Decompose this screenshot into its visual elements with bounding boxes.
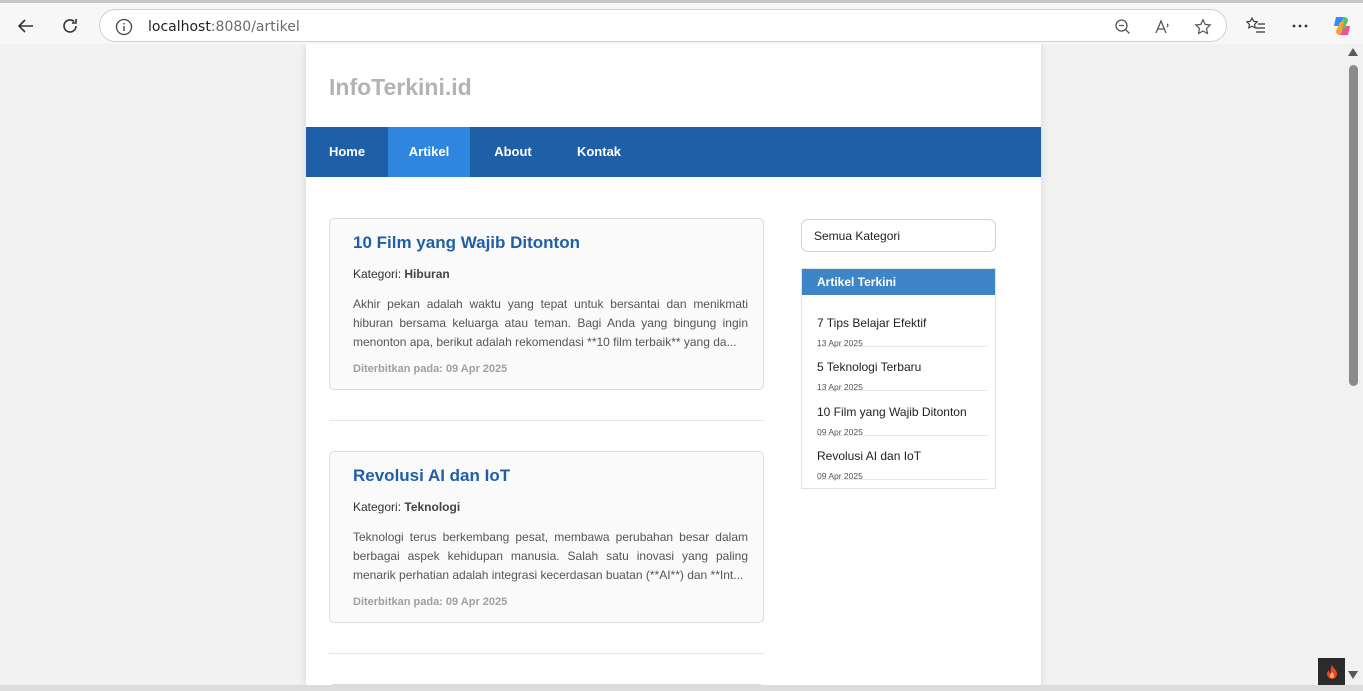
site-logo[interactable]: InfoTerkini.id bbox=[329, 74, 472, 101]
recent-article-title[interactable]: Revolusi AI dan IoT bbox=[817, 449, 921, 463]
category-value: Teknologi bbox=[404, 500, 461, 514]
nav-home[interactable]: Home bbox=[306, 127, 388, 177]
category-label: Kategori: bbox=[353, 267, 402, 281]
category-label: Kategori: bbox=[353, 500, 402, 514]
recent-article-date: 13 Apr 2025 bbox=[817, 382, 863, 392]
back-button[interactable] bbox=[11, 11, 41, 41]
article-title[interactable]: Revolusi AI dan IoT bbox=[353, 466, 510, 486]
flame-icon bbox=[1326, 664, 1337, 679]
article-excerpt: Akhir pekan adalah waktu yang tepat untu… bbox=[353, 297, 748, 349]
article-title[interactable]: 10 Film yang Wajib Ditonton bbox=[353, 233, 580, 253]
recent-article-title[interactable]: 5 Teknologi Terbaru bbox=[817, 360, 921, 374]
nav-artikel[interactable]: Artikel bbox=[388, 127, 470, 177]
article-card: 10 Film yang Wajib Ditonton Kategori: Hi… bbox=[329, 218, 764, 390]
site-info-icon[interactable] bbox=[113, 16, 135, 38]
recent-article-title[interactable]: 10 Film yang Wajib Ditonton bbox=[817, 405, 967, 419]
window-bottom-edge bbox=[0, 685, 1363, 691]
url-host: localhost bbox=[148, 19, 211, 35]
refresh-button[interactable] bbox=[55, 11, 85, 41]
article-category: Kategori: Hiburan bbox=[353, 267, 450, 281]
scroll-down-arrow-icon[interactable] bbox=[1348, 671, 1358, 679]
favorites-list-icon[interactable] bbox=[1243, 13, 1269, 39]
recent-article-item[interactable]: 7 Tips Belajar Efektif 13 Apr 2025 bbox=[817, 303, 987, 348]
recent-articles-heading: Artikel Terkini bbox=[802, 269, 995, 295]
debug-toolbar-button[interactable] bbox=[1318, 658, 1345, 685]
article-category: Kategori: Teknologi bbox=[353, 500, 460, 514]
back-arrow-icon bbox=[17, 19, 33, 33]
favorite-star-icon[interactable] bbox=[1192, 16, 1214, 38]
recent-article-item[interactable]: 5 Teknologi Terbaru 13 Apr 2025 bbox=[817, 347, 987, 392]
recent-articles-panel: Artikel Terkini 7 Tips Belajar Efektif 1… bbox=[801, 268, 996, 489]
recent-article-date: 09 Apr 2025 bbox=[817, 471, 863, 481]
recent-article-title[interactable]: 7 Tips Belajar Efektif bbox=[817, 316, 926, 330]
zoom-out-icon[interactable] bbox=[1112, 16, 1134, 38]
recent-article-item[interactable]: 10 Film yang Wajib Ditonton 09 Apr 2025 bbox=[817, 392, 987, 437]
vertical-scrollbar[interactable] bbox=[1345, 44, 1363, 685]
url-path: :8080/artikel bbox=[210, 19, 300, 35]
article-divider bbox=[329, 420, 764, 421]
scroll-up-arrow-icon[interactable] bbox=[1348, 48, 1358, 56]
article-date: Diterbitkan pada: 09 Apr 2025 bbox=[353, 363, 508, 375]
nav-about[interactable]: About bbox=[470, 127, 556, 177]
read-aloud-icon[interactable] bbox=[1152, 16, 1174, 38]
article-excerpt: Teknologi terus berkembang pesat, membaw… bbox=[353, 530, 748, 582]
article-divider bbox=[329, 653, 764, 654]
nav-kontak[interactable]: Kontak bbox=[556, 127, 642, 177]
category-filter-select[interactable]: Semua Kategori bbox=[801, 219, 996, 252]
refresh-icon bbox=[63, 19, 77, 33]
address-bar[interactable]: localhost:8080/artikel bbox=[99, 9, 1227, 42]
more-menu-icon[interactable] bbox=[1287, 13, 1313, 39]
article-date: Diterbitkan pada: 09 Apr 2025 bbox=[353, 596, 508, 608]
category-value: Hiburan bbox=[404, 267, 450, 281]
url-text[interactable]: localhost:8080/artikel bbox=[148, 19, 300, 35]
page-viewport: InfoTerkini.id Home Artikel About Kontak… bbox=[0, 44, 1345, 685]
article-card: Revolusi AI dan IoT Kategori: Teknologi … bbox=[329, 451, 764, 623]
scrollbar-thumb[interactable] bbox=[1349, 65, 1358, 386]
recent-article-item[interactable]: Revolusi AI dan IoT 09 Apr 2025 bbox=[817, 436, 987, 481]
main-navbar: Home Artikel About Kontak bbox=[306, 127, 1041, 177]
copilot-icon[interactable] bbox=[1329, 13, 1355, 39]
browser-toolbar: localhost:8080/artikel bbox=[0, 0, 1363, 44]
site-container: InfoTerkini.id Home Artikel About Kontak… bbox=[306, 44, 1041, 685]
